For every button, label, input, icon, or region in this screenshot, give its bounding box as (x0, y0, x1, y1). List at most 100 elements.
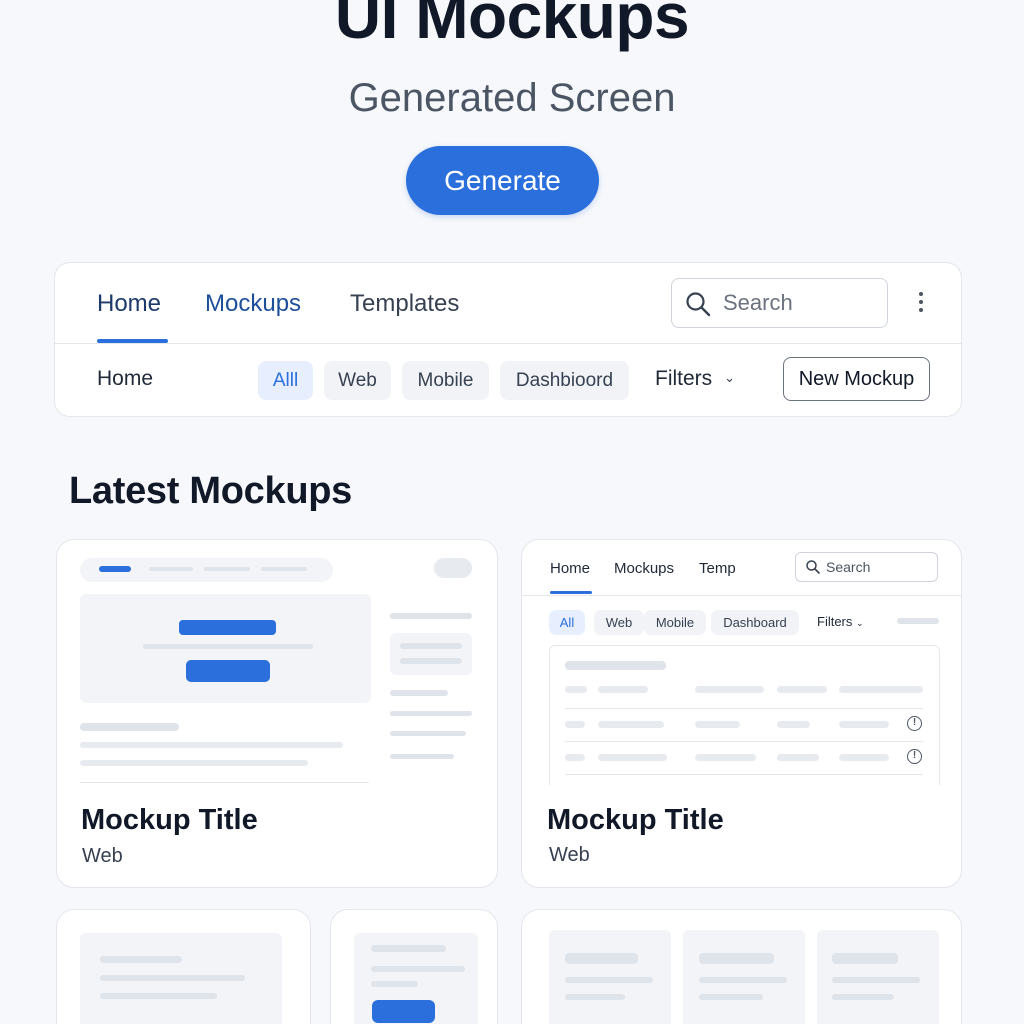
preview-bar (390, 613, 472, 619)
preview-bar (371, 981, 418, 987)
search-placeholder: Search (826, 559, 871, 575)
filters-dropdown[interactable]: Filters ⌄ (655, 367, 735, 391)
info-icon: ! (907, 716, 922, 731)
mockup-card[interactable] (521, 909, 962, 1024)
preview-bar (832, 994, 894, 1000)
preview-bar (565, 686, 587, 693)
generate-button[interactable]: Generate (406, 146, 599, 215)
preview-bar (897, 618, 939, 624)
divider (565, 708, 923, 709)
preview-bar (100, 975, 245, 981)
preview-bar (598, 686, 648, 693)
new-mockup-button[interactable]: New Mockup (783, 357, 930, 401)
mockup-card[interactable] (330, 909, 498, 1024)
mockup-card[interactable] (56, 909, 311, 1024)
preview-bar (143, 644, 313, 649)
preview-chip-dashboard: Dashboard (711, 610, 799, 635)
preview-side-box (390, 633, 472, 675)
preview-bar (390, 690, 448, 696)
preview-bar (400, 658, 462, 664)
preview-bar (261, 567, 307, 571)
navigation-panel: Home Mockups Templates Search Home Alll … (54, 262, 962, 417)
search-icon (805, 559, 821, 580)
active-tab-indicator (550, 591, 592, 594)
chevron-down-icon: ⌄ (856, 618, 864, 628)
card-subtitle: Web (82, 845, 123, 867)
preview-bar (777, 754, 819, 761)
preview-bar (371, 966, 465, 972)
preview-bar (390, 711, 472, 716)
preview-bar (80, 742, 343, 748)
preview-bar (777, 686, 827, 693)
preview-bar (99, 566, 131, 572)
preview-chip-all: All (549, 610, 585, 635)
preview-bar (80, 723, 179, 731)
preview-button (434, 558, 472, 578)
tab-templates[interactable]: Templates (350, 289, 459, 319)
chip-web[interactable]: Web (324, 361, 391, 400)
tab-mockups[interactable]: Mockups (205, 289, 301, 319)
preview-bar (695, 754, 756, 761)
preview-filters: Filters ⌄ (817, 614, 864, 629)
preview-tab-mockups: Mockups (614, 560, 675, 577)
chevron-down-icon: ⌄ (724, 370, 736, 385)
preview-bar (149, 567, 193, 571)
preview-bar (179, 620, 276, 635)
preview-bar (565, 754, 585, 761)
preview-bar (699, 953, 774, 964)
chip-dashboard[interactable]: Dashbioord (500, 361, 629, 400)
preview-bar (832, 953, 898, 964)
mockup-card[interactable]: Mockup Title Web (56, 539, 498, 888)
preview-bar (100, 993, 217, 999)
page-title: UI Mockups (334, 0, 690, 52)
preview-bar (839, 754, 889, 761)
preview-bar (777, 721, 810, 728)
preview-bar (100, 956, 182, 963)
divider (522, 595, 961, 596)
preview-bar (565, 977, 653, 983)
divider (80, 782, 369, 783)
preview-bar (565, 953, 638, 964)
search-placeholder: Search (723, 290, 793, 315)
divider (565, 774, 923, 775)
preview-tab-home: Home (550, 560, 591, 577)
preview-bar (699, 994, 763, 1000)
preview-filters-label: Filters (817, 614, 853, 629)
preview-bar (699, 977, 787, 983)
info-icon: ! (907, 749, 922, 764)
preview-bar (695, 721, 740, 728)
search-icon (684, 290, 712, 323)
preview-bar (204, 567, 250, 571)
preview-bar (839, 721, 889, 728)
preview-button (186, 660, 270, 682)
preview-chip-web: Web (594, 610, 644, 635)
preview-bar (832, 977, 920, 983)
preview-bar (390, 754, 454, 759)
filters-label: Filters (655, 367, 713, 390)
preview-search-input: Search (795, 552, 938, 582)
preview-tab-templates: Temp (699, 560, 736, 577)
tab-home[interactable]: Home (97, 289, 161, 319)
chip-all[interactable]: Alll (258, 361, 313, 400)
preview-bar (80, 760, 308, 766)
preview-bar (400, 643, 462, 649)
section-title: Latest Mockups (69, 470, 352, 512)
divider (55, 343, 961, 344)
preview-bar (598, 721, 664, 728)
preview-bar (565, 661, 666, 670)
mockup-card[interactable]: Home Mockups Temp Search All Web Mobile … (521, 539, 962, 888)
preview-button (372, 1000, 435, 1023)
preview-bar (695, 686, 764, 693)
page-subtitle: Generated Screen (348, 76, 676, 120)
more-options-icon[interactable] (919, 292, 923, 316)
preview-bar (371, 945, 446, 952)
chip-mobile[interactable]: Mobile (402, 361, 489, 400)
search-input[interactable]: Search (671, 278, 888, 328)
breadcrumb[interactable]: Home (97, 367, 153, 391)
preview-bar (839, 686, 923, 693)
card-subtitle: Web (549, 844, 590, 866)
preview-bar (390, 731, 466, 736)
card-title: Mockup Title (547, 804, 724, 836)
divider (565, 741, 923, 742)
preview-bar (598, 754, 667, 761)
